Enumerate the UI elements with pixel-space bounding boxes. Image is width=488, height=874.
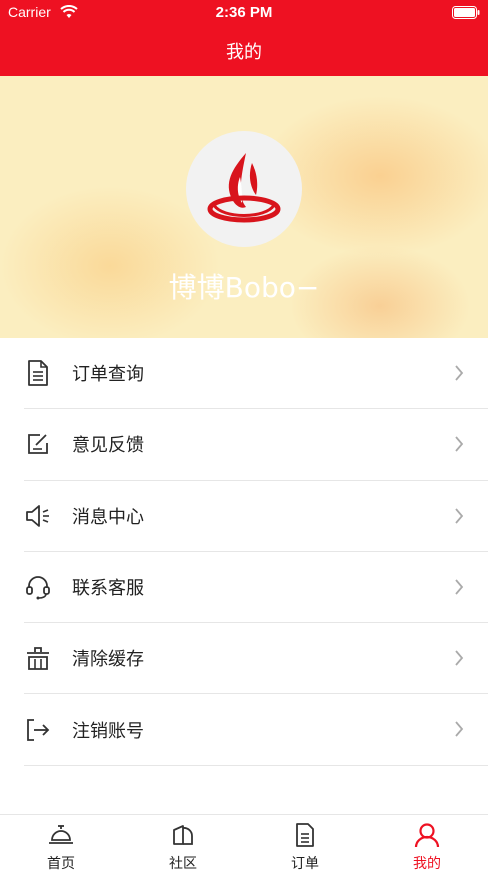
menu-item-label: 联系客服 xyxy=(72,578,144,600)
menu-item-label: 清除缓存 xyxy=(72,649,144,671)
chevron-right-icon xyxy=(455,650,464,666)
document-icon xyxy=(24,359,52,387)
chevron-right-icon xyxy=(455,508,464,524)
service-bell-icon xyxy=(47,821,75,849)
tab-bar: 首页 社区 订单 我的 xyxy=(0,814,488,874)
chevron-right-icon xyxy=(455,436,464,452)
community-icon xyxy=(169,821,197,849)
trash-icon xyxy=(24,644,52,672)
feedback-edit-icon xyxy=(24,430,52,458)
settings-menu: 订单查询 意见反馈 消息中心 联系客服 清除缓存 注销账号 xyxy=(24,338,488,766)
tab-mine[interactable]: 我的 xyxy=(366,815,488,874)
chevron-right-icon xyxy=(455,365,464,381)
menu-item-label: 意见反馈 xyxy=(72,435,144,457)
menu-item-label: 消息中心 xyxy=(72,506,144,528)
chevron-right-icon xyxy=(455,579,464,595)
battery-icon xyxy=(452,6,480,19)
tab-label: 首页 xyxy=(47,856,75,872)
menu-item-label: 订单查询 xyxy=(72,364,144,386)
tab-orders[interactable]: 订单 xyxy=(244,815,366,874)
tab-home[interactable]: 首页 xyxy=(0,815,122,874)
menu-item-message-center[interactable]: 消息中心 xyxy=(24,481,488,552)
menu-item-label: 注销账号 xyxy=(72,720,144,742)
headset-icon xyxy=(24,573,52,601)
tab-label: 社区 xyxy=(169,856,197,872)
tab-label: 订单 xyxy=(291,856,319,872)
avatar[interactable] xyxy=(186,131,302,247)
header-bar: Carrier 2:36 PM 我的 xyxy=(0,0,488,76)
user-icon xyxy=(413,821,441,849)
status-bar: Carrier 2:36 PM xyxy=(0,0,488,26)
menu-item-order-query[interactable]: 订单查询 xyxy=(24,338,488,410)
profile-header: 博博Bobo− xyxy=(0,76,488,338)
status-time: 2:36 PM xyxy=(215,4,273,21)
menu-item-customer-service[interactable]: 联系客服 xyxy=(24,552,488,624)
tab-label: 我的 xyxy=(413,856,441,872)
flame-logo-icon xyxy=(207,153,281,223)
page-title: 我的 xyxy=(226,42,262,63)
speaker-icon xyxy=(24,502,52,530)
chevron-right-icon xyxy=(455,721,464,738)
order-document-icon xyxy=(291,821,319,849)
username: 博博Bobo− xyxy=(168,271,320,304)
logout-icon xyxy=(24,716,52,744)
menu-item-delete-account[interactable]: 注销账号 xyxy=(24,694,488,766)
tab-community[interactable]: 社区 xyxy=(122,815,244,874)
menu-item-feedback[interactable]: 意见反馈 xyxy=(24,409,488,481)
menu-item-clear-cache[interactable]: 清除缓存 xyxy=(24,623,488,695)
